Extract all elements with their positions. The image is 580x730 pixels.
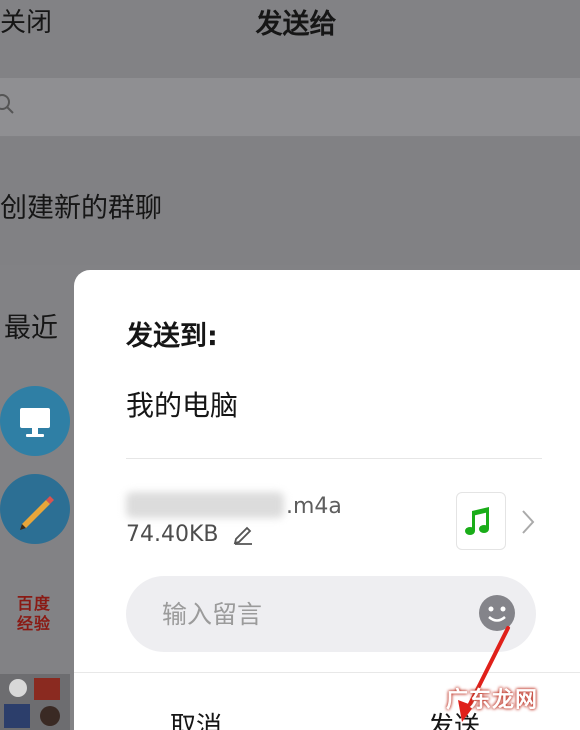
page-title: 发送给 — [255, 9, 337, 40]
avatar-computer[interactable] — [0, 386, 70, 456]
search-icon — [0, 94, 14, 114]
file-name-blurred — [126, 492, 284, 518]
avatar-pencil[interactable] — [0, 474, 70, 544]
file-extension: .m4a — [286, 494, 342, 519]
divider — [126, 458, 542, 459]
send-dialog: 发送到: 我的电脑 .m4a 74.40KB 取消 发送 — [74, 270, 580, 730]
message-input[interactable] — [126, 576, 536, 652]
emoji-icon[interactable] — [478, 594, 516, 632]
dialog-title: 发送到: — [126, 321, 218, 352]
music-note-icon — [465, 507, 489, 535]
cancel-button[interactable]: 取消 — [170, 706, 222, 730]
group-avatar-icon — [4, 678, 60, 728]
recipient-name: 我的电脑 — [126, 389, 239, 422]
search-bar[interactable] — [0, 78, 580, 136]
pencil-icon — [20, 496, 54, 530]
edit-icon[interactable] — [232, 523, 254, 545]
top-bar: 关闭 发送给 — [0, 0, 580, 52]
create-group-label: 创建新的群聊 — [0, 193, 162, 224]
avatar-baidu-jingyan[interactable]: 百度经验 — [10, 594, 58, 634]
computer-icon — [20, 408, 50, 437]
recent-label: 最近 — [4, 313, 58, 344]
avatar-group[interactable] — [0, 674, 70, 730]
chevron-right-icon[interactable] — [520, 508, 536, 536]
button-divider — [74, 672, 580, 673]
file-thumbnail[interactable] — [456, 492, 506, 550]
file-size: 74.40KB — [126, 522, 219, 547]
watermark: 广东龙网 — [446, 688, 539, 713]
